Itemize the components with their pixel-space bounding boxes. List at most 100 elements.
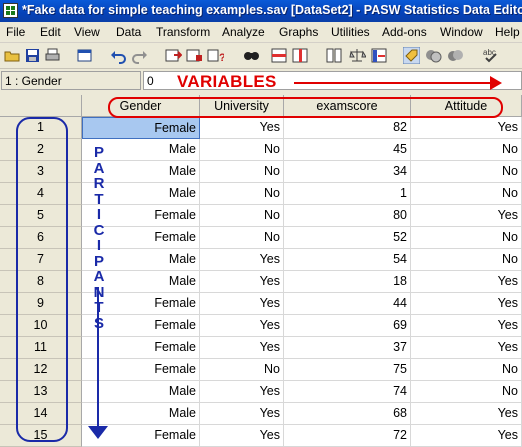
- participants-letter: S: [89, 315, 109, 332]
- insert-variable-icon[interactable]: [292, 47, 309, 64]
- cell-attitude[interactable]: Yes: [411, 293, 522, 315]
- participants-letter: T: [89, 300, 109, 316]
- menu-edit[interactable]: Edit: [40, 25, 61, 39]
- menu-help[interactable]: Help: [495, 25, 520, 39]
- split-file-icon[interactable]: [326, 47, 343, 64]
- cell-examscore[interactable]: 37: [284, 337, 411, 359]
- cell-university[interactable]: No: [200, 139, 284, 161]
- cell-examscore[interactable]: 45: [284, 139, 411, 161]
- app-icon[interactable]: [3, 3, 18, 18]
- cell-university[interactable]: Yes: [200, 249, 284, 271]
- cell-attitude[interactable]: No: [411, 359, 522, 381]
- cell-university[interactable]: Yes: [200, 271, 284, 293]
- print-icon[interactable]: [44, 47, 61, 64]
- cell-university[interactable]: Yes: [200, 117, 284, 139]
- cell-attitude[interactable]: No: [411, 249, 522, 271]
- participants-letter: P: [93, 144, 104, 161]
- cell-university[interactable]: No: [200, 359, 284, 381]
- participants-letter: I: [96, 206, 102, 223]
- cell-reference-box: 1 : Gender: [1, 71, 141, 90]
- cell-examscore[interactable]: 18: [284, 271, 411, 293]
- menu-view[interactable]: View: [74, 25, 100, 39]
- cell-examscore[interactable]: 80: [284, 205, 411, 227]
- grid-corner[interactable]: [0, 95, 82, 117]
- variables-info-icon[interactable]: ?: [207, 47, 224, 64]
- participants-arrow-shaft: [97, 287, 99, 427]
- menu-data[interactable]: Data: [116, 25, 141, 39]
- toolbar: ? abc: [0, 43, 522, 69]
- cell-examscore[interactable]: 68: [284, 403, 411, 425]
- cell-examscore[interactable]: 54: [284, 249, 411, 271]
- cell-attitude[interactable]: Yes: [411, 271, 522, 293]
- cell-gender[interactable]: Female: [82, 117, 200, 139]
- cell-attitude[interactable]: No: [411, 227, 522, 249]
- cell-attitude[interactable]: No: [411, 381, 522, 403]
- variables-highlight-oval: [108, 97, 503, 118]
- cell-attitude[interactable]: No: [411, 161, 522, 183]
- participants-letter: I: [96, 237, 102, 254]
- cell-gender[interactable]: Female: [82, 359, 200, 381]
- cell-university[interactable]: Yes: [200, 315, 284, 337]
- cell-university[interactable]: No: [200, 183, 284, 205]
- menu-graphs[interactable]: Graphs: [279, 25, 318, 39]
- cell-examscore[interactable]: 44: [284, 293, 411, 315]
- cell-gender[interactable]: Male: [82, 381, 200, 403]
- weight-cases-icon[interactable]: [349, 47, 366, 64]
- participants-highlight-oval: [16, 117, 68, 442]
- participants-letter: R: [93, 175, 105, 192]
- cell-attitude[interactable]: Yes: [411, 117, 522, 139]
- cell-attitude[interactable]: Yes: [411, 337, 522, 359]
- cell-examscore[interactable]: 75: [284, 359, 411, 381]
- participants-annotation: PARTICIPANTS: [89, 145, 109, 331]
- cell-examscore[interactable]: 82: [284, 117, 411, 139]
- cell-attitude[interactable]: Yes: [411, 205, 522, 227]
- undo-icon[interactable]: [110, 47, 127, 64]
- participants-letter: A: [93, 268, 105, 285]
- cell-university[interactable]: No: [200, 205, 284, 227]
- cell-university[interactable]: No: [200, 161, 284, 183]
- show-all-variables-icon[interactable]: [447, 47, 464, 64]
- find-icon[interactable]: [243, 47, 260, 64]
- svg-text:?: ?: [219, 52, 224, 64]
- cell-attitude[interactable]: No: [411, 139, 522, 161]
- cell-attitude[interactable]: Yes: [411, 315, 522, 337]
- menu-window[interactable]: Window: [440, 25, 483, 39]
- cell-university[interactable]: Yes: [200, 293, 284, 315]
- cell-university[interactable]: Yes: [200, 403, 284, 425]
- cell-examscore[interactable]: 1: [284, 183, 411, 205]
- goto-case-icon[interactable]: [165, 47, 182, 64]
- open-folder-icon[interactable]: [4, 47, 21, 64]
- cell-university[interactable]: Yes: [200, 337, 284, 359]
- menu-utilities[interactable]: Utilities: [331, 25, 370, 39]
- menu-transform[interactable]: Transform: [156, 25, 210, 39]
- dialog-recall-icon[interactable]: [76, 47, 93, 64]
- cell-examscore[interactable]: 52: [284, 227, 411, 249]
- cell-gender[interactable]: Female: [82, 337, 200, 359]
- goto-variable-icon[interactable]: [186, 47, 203, 64]
- select-cases-icon[interactable]: [371, 47, 388, 64]
- menu-analyze[interactable]: Analyze: [222, 25, 265, 39]
- menu-file[interactable]: File: [6, 25, 25, 39]
- cell-examscore[interactable]: 34: [284, 161, 411, 183]
- cell-university[interactable]: No: [200, 227, 284, 249]
- variables-annotation: VARIABLES: [177, 72, 277, 91]
- spell-check-icon[interactable]: abc: [482, 47, 499, 64]
- insert-cases-icon[interactable]: [271, 47, 288, 64]
- title-bar: *Fake data for simple teaching examples.…: [0, 0, 522, 22]
- data-grid: Gender University examscore Attitude 1 Fe…: [0, 95, 522, 447]
- cell-examscore[interactable]: 74: [284, 381, 411, 403]
- variables-arrow-head: [490, 76, 502, 90]
- participants-letter: C: [93, 221, 105, 239]
- cell-attitude[interactable]: Yes: [411, 403, 522, 425]
- variables-arrow-shaft: [294, 82, 494, 84]
- redo-icon[interactable]: [131, 47, 148, 64]
- cell-university[interactable]: Yes: [200, 381, 284, 403]
- use-sets-icon[interactable]: [425, 47, 442, 64]
- participants-letter: N: [93, 283, 105, 301]
- cell-examscore[interactable]: 69: [284, 315, 411, 337]
- save-icon[interactable]: [24, 47, 41, 64]
- cell-gender[interactable]: Male: [82, 403, 200, 425]
- value-labels-icon[interactable]: [403, 47, 420, 64]
- cell-attitude[interactable]: No: [411, 183, 522, 205]
- menu-add-ons[interactable]: Add-ons: [382, 25, 427, 39]
